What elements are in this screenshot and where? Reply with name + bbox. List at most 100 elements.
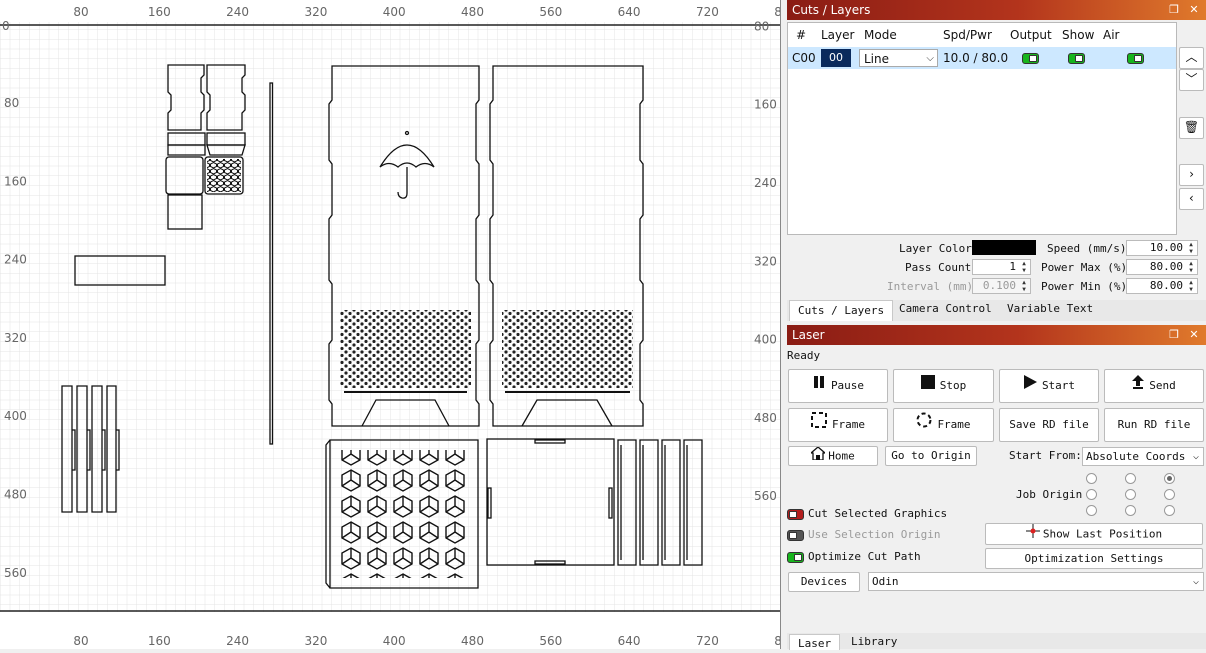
output-toggle[interactable]	[1022, 53, 1039, 64]
show-last-position-button[interactable]: Show Last Position	[985, 523, 1203, 545]
ruler-label: 560	[539, 634, 562, 648]
spin-arrows-icon[interactable]: ▲ ▼	[1186, 279, 1196, 293]
ruler-label: 320	[4, 331, 27, 345]
ruler-label: 480	[461, 5, 484, 19]
chevron-down-icon: ⌵	[1192, 451, 1199, 462]
table-row[interactable]: C00 00 Line ⌵ 10.0 / 80.0	[788, 47, 1176, 69]
speed-input[interactable]: 10.00 ▲ ▼	[1126, 240, 1198, 256]
devices-button[interactable]: Devices	[788, 572, 860, 592]
ruler-label: 80	[754, 19, 769, 33]
start-button[interactable]: Start	[999, 369, 1099, 403]
power-min-value: 80.00	[1149, 279, 1183, 292]
spin-arrows-icon[interactable]: ▲ ▼	[1019, 260, 1029, 274]
cut-selected-toggle[interactable]	[787, 509, 804, 520]
spin-arrows-icon[interactable]: ▲ ▼	[1186, 241, 1196, 255]
ruler-label: 240	[226, 634, 249, 648]
start-label: Start	[1041, 379, 1076, 392]
ruler-label: 640	[618, 634, 641, 648]
pass-count-label: Pass Count	[905, 261, 972, 274]
origin-radio-ml[interactable]	[1086, 489, 1097, 500]
cuts-tabbar: Cuts / Layers Camera Control Variable Te…	[787, 300, 1206, 321]
move-up-button[interactable]: ︿	[1179, 47, 1204, 69]
optimization-settings-button[interactable]: Optimization Settings	[985, 548, 1203, 569]
frame-circle-button[interactable]: Frame	[893, 408, 994, 442]
save-rd-button[interactable]: Save RD file	[999, 408, 1099, 442]
stop-button[interactable]: Stop	[893, 369, 994, 403]
power-min-input[interactable]: 80.00 ▲ ▼	[1126, 278, 1198, 294]
col-header-layer[interactable]: Layer	[821, 25, 854, 45]
ruler-label: 400	[4, 409, 27, 423]
cut-selected-label: Cut Selected Graphics	[808, 507, 948, 520]
ruler-label: 160	[4, 174, 27, 188]
frame-rect-button[interactable]: Frame	[788, 408, 888, 442]
expand-button[interactable]: ›	[1179, 164, 1204, 186]
tab-camera-control[interactable]: Camera Control	[891, 299, 1000, 319]
use-selection-label: Use Selection Origin	[808, 528, 941, 541]
run-rd-button[interactable]: Run RD file	[1104, 408, 1204, 442]
mode-select[interactable]: Line ⌵	[859, 49, 938, 67]
col-header-spdpwr[interactable]: Spd/Pwr	[943, 25, 992, 45]
device-value: Odin	[872, 575, 899, 588]
spd-pwr-value[interactable]: 10.0 / 80.0	[943, 47, 1008, 69]
origin-radio-bc[interactable]	[1125, 505, 1136, 516]
layer-color-chip[interactable]: 00	[821, 49, 851, 67]
col-header-num[interactable]: #	[796, 25, 806, 45]
close-panel-icon[interactable]: ✕	[1187, 325, 1201, 345]
layer-color-swatch[interactable]	[972, 240, 1036, 255]
stop-icon	[920, 370, 935, 402]
frame-rect-label: Frame	[831, 418, 866, 431]
origin-radio-tr[interactable]	[1164, 473, 1175, 484]
tab-library[interactable]: Library	[843, 633, 905, 653]
float-panel-icon[interactable]: ❐	[1167, 0, 1181, 20]
col-header-air[interactable]: Air	[1103, 25, 1119, 45]
tab-variable-text[interactable]: Variable Text	[999, 299, 1101, 319]
collapse-button[interactable]: ‹	[1179, 188, 1204, 210]
use-selection-toggle[interactable]	[787, 530, 804, 541]
laser-tabbar: Laser Library	[787, 633, 1206, 650]
device-select[interactable]: Odin ⌵	[868, 572, 1204, 591]
optimize-path-label: Optimize Cut Path	[808, 550, 921, 563]
origin-radio-br[interactable]	[1164, 505, 1175, 516]
design-canvas[interactable]: 80160240320400480560640720800 8016024032…	[0, 0, 781, 649]
origin-radio-tl[interactable]	[1086, 473, 1097, 484]
float-panel-icon[interactable]: ❐	[1167, 325, 1181, 345]
air-toggle[interactable]	[1127, 53, 1144, 64]
frame-circle-label: Frame	[937, 418, 971, 431]
play-icon	[1023, 370, 1037, 402]
pass-count-input[interactable]: 1 ▲ ▼	[972, 259, 1031, 275]
origin-radio-bl[interactable]	[1086, 505, 1097, 516]
go-to-origin-button[interactable]: Go to Origin	[885, 446, 977, 466]
delete-layer-button[interactable]: 🗑	[1179, 117, 1204, 139]
tab-laser[interactable]: Laser	[789, 634, 841, 650]
col-header-mode[interactable]: Mode	[864, 25, 897, 45]
origin-radio-tc[interactable]	[1125, 473, 1136, 484]
col-header-show[interactable]: Show	[1062, 25, 1094, 45]
home-button[interactable]: Home	[788, 446, 878, 466]
upload-arrow-icon	[1132, 370, 1145, 402]
canvas-drawing[interactable]: 80160240320400480560640720800 8016024032…	[0, 0, 780, 649]
interval-label: Interval (mm)	[887, 280, 974, 293]
optimize-path-toggle[interactable]	[787, 552, 804, 563]
layers-table[interactable]: # Layer Mode Spd/Pwr Output Show Air C00…	[787, 22, 1177, 235]
ruler-label: 320	[304, 5, 327, 19]
chevron-left-icon: ‹	[1187, 191, 1196, 205]
start-from-label: Start From:	[1009, 449, 1082, 462]
show-toggle[interactable]	[1068, 53, 1085, 64]
close-panel-icon[interactable]: ✕	[1187, 0, 1201, 20]
col-header-output[interactable]: Output	[1010, 25, 1052, 45]
ruler-label: 800	[774, 634, 780, 648]
send-button[interactable]: Send	[1104, 369, 1204, 403]
cuts-layers-title: Cuts / Layers	[792, 3, 871, 17]
power-max-input[interactable]: 80.00 ▲ ▼	[1126, 259, 1198, 275]
move-down-button[interactable]: ﹀	[1179, 69, 1204, 91]
ruler-label: 800	[774, 5, 780, 19]
crosshair-icon	[1025, 524, 1040, 545]
spin-arrows-icon: ▲ ▼	[1022, 279, 1026, 293]
tab-cuts-layers[interactable]: Cuts / Layers	[789, 300, 894, 321]
spin-arrows-icon[interactable]: ▲ ▼	[1186, 260, 1196, 274]
origin-radio-mc[interactable]	[1125, 489, 1136, 500]
ruler-label: 480	[4, 488, 27, 502]
pause-button[interactable]: Pause	[788, 369, 888, 403]
origin-radio-mr[interactable]	[1164, 489, 1175, 500]
start-from-select[interactable]: Absolute Coords ⌵	[1082, 447, 1204, 466]
